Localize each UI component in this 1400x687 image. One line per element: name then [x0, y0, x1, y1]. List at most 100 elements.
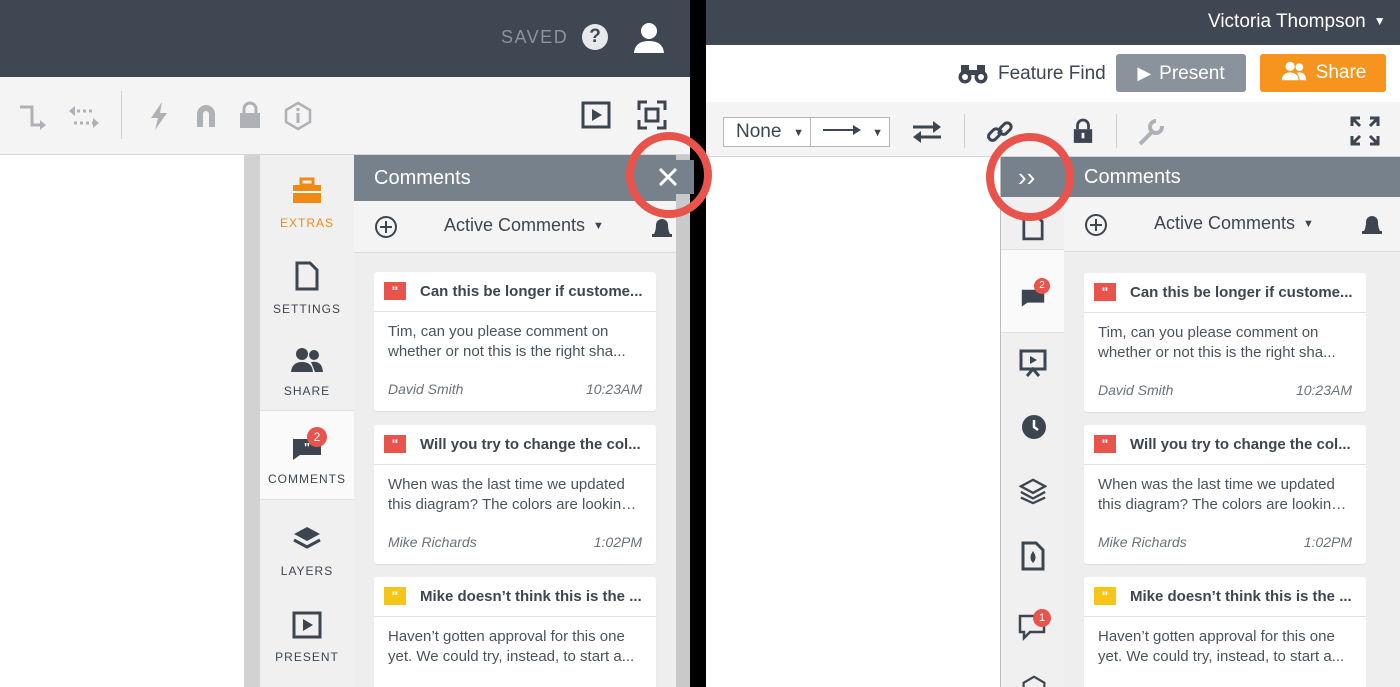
layers-icon	[293, 527, 321, 549]
add-comment-icon[interactable]	[1084, 213, 1108, 237]
comments-panel-title: Comments	[1084, 166, 1181, 188]
quote-flag-icon: "	[1094, 435, 1116, 453]
help-icon[interactable]: ?	[582, 24, 608, 50]
elbow-connector-icon[interactable]	[18, 103, 48, 131]
nav-comments[interactable]: " 2 COMMENTS	[260, 410, 354, 500]
nav-layers-label: LAYERS	[280, 564, 334, 578]
right-screen: Victoria Thompson ▼ Feature Find ▶ Present…	[706, 0, 1400, 687]
active-comments-label: Active Comments	[444, 215, 586, 235]
rail-comments[interactable]: 2	[1001, 249, 1065, 333]
bell-icon[interactable]	[650, 215, 674, 241]
toolbar-divider	[121, 91, 122, 139]
comment-card[interactable]: " Can this be longer if custome... Tim, c…	[1084, 273, 1366, 412]
highlight-ring	[986, 133, 1074, 221]
comments-filter-bar: Active Comments ▼	[1064, 197, 1400, 252]
nav-share-label: SHARE	[283, 384, 331, 398]
swap-dotted-icon[interactable]	[67, 103, 101, 131]
swap-arrows-icon[interactable]	[911, 120, 943, 144]
comment-card[interactable]: " Can this be longer if custome... Tim, c…	[374, 272, 656, 411]
share-button[interactable]: Share	[1260, 54, 1386, 92]
comment-title: Will you try to change the col...	[1130, 436, 1351, 453]
caret-down-icon: ▼	[1373, 14, 1386, 28]
comment-title: Can this be longer if custome...	[420, 283, 643, 300]
comments-scrollbar[interactable]	[676, 155, 690, 687]
quote-flag-icon: "	[384, 282, 406, 300]
comment-text-line: Haven’t gotten approval for this one	[1098, 628, 1335, 645]
comment-time: 1:02PM	[593, 534, 642, 550]
layers-icon[interactable]	[1019, 477, 1047, 505]
nav-settings-label: SETTINGS	[272, 302, 341, 316]
comment-text-line: whether or not this is the right sha...	[388, 343, 626, 360]
comments-panel: Comments Active Comments ▼ " Can this be l…	[354, 155, 676, 687]
bell-icon[interactable]	[1360, 212, 1384, 238]
lock-icon[interactable]	[1072, 117, 1094, 145]
fit-screen-icon[interactable]	[637, 100, 667, 130]
comment-author: David Smith	[1098, 382, 1174, 398]
comment-card[interactable]: " Mike doesn’t think this is the ... Have…	[374, 577, 656, 687]
feature-find-link[interactable]: Feature Find	[998, 63, 1106, 85]
add-comment-icon[interactable]	[374, 215, 398, 239]
present-play-icon[interactable]	[581, 101, 611, 129]
clock-icon[interactable]	[1021, 414, 1047, 440]
share-button-label: Share	[1315, 62, 1367, 83]
comment-title: Mike doesn’t think this is the ...	[1130, 588, 1352, 605]
nav-comments-label: COMMENTS	[268, 472, 346, 486]
arrow-line-icon	[823, 125, 861, 135]
fullscreen-icon[interactable]	[1350, 116, 1380, 146]
canvas-scrollbar[interactable]	[244, 155, 260, 687]
active-comments-label: Active Comments	[1154, 213, 1296, 233]
nav-settings[interactable]: SETTINGS	[260, 261, 354, 316]
wrench-icon[interactable]	[1136, 118, 1166, 146]
left-screen: SAVED ? EXTRAS SETTINGS SHARE " 2 COMMEN…	[0, 0, 690, 687]
document-icon	[295, 261, 319, 291]
comments-panel: Comments Active Comments ▼ " Can this be l…	[1064, 157, 1400, 687]
top-header: Victoria Thompson ▼	[706, 0, 1400, 45]
comment-text-line: yet. We could try, instead, to start a..…	[388, 648, 635, 665]
comment-author: Mike Richards	[1098, 534, 1187, 550]
present-button-label: Present	[1159, 63, 1225, 84]
toolbar	[0, 77, 690, 155]
comment-card[interactable]: " Mike doesn’t think this is the ... Have…	[1084, 577, 1366, 687]
comment-time: 1:02PM	[1303, 534, 1352, 550]
presentation-icon[interactable]	[1019, 349, 1047, 377]
nav-extras[interactable]: EXTRAS	[260, 177, 354, 230]
nav-present-label: PRESENT	[275, 650, 339, 664]
comments-panel-title: Comments	[374, 167, 471, 189]
lightning-icon[interactable]	[148, 101, 170, 131]
active-comments-dropdown[interactable]: Active Comments ▼	[1154, 213, 1314, 234]
comment-card[interactable]: " Will you try to change the col... When …	[374, 425, 656, 564]
binoculars-icon[interactable]	[958, 63, 988, 85]
chat-badge: 1	[1033, 609, 1051, 627]
comments-badge: 2	[1034, 278, 1050, 294]
present-button[interactable]: ▶ Present	[1116, 54, 1246, 92]
info-icon[interactable]	[283, 101, 313, 131]
magnet-icon[interactable]	[194, 103, 218, 129]
comment-text-line: Tim, can you please comment on	[388, 323, 609, 340]
screen-divider	[690, 0, 706, 687]
caret-down-icon: ▼	[872, 127, 883, 139]
action-bar: Feature Find ▶ Present Share	[706, 45, 1400, 102]
lock-icon[interactable]	[238, 101, 262, 129]
comment-time: 10:23AM	[1295, 382, 1352, 398]
nav-layers[interactable]: LAYERS	[260, 525, 354, 578]
people-icon	[1281, 61, 1306, 81]
active-comments-dropdown[interactable]: Active Comments ▼	[444, 215, 604, 236]
quote-flag-icon: "	[1094, 587, 1116, 605]
user-icon[interactable]	[632, 20, 666, 54]
nav-share[interactable]: SHARE	[260, 347, 354, 398]
comment-card[interactable]: " Will you try to change the col... When …	[1084, 425, 1366, 564]
side-rail: 2 1	[1000, 157, 1065, 687]
hexagon-icon[interactable]	[1021, 675, 1047, 687]
comment-text-line: whether or not this is the right sha...	[1098, 344, 1336, 361]
line-start-dropdown[interactable]: None ▼	[723, 117, 811, 147]
people-icon	[291, 348, 323, 372]
fill-drop-icon[interactable]	[1021, 541, 1045, 571]
comment-text-line: When was the last time we updated	[388, 476, 625, 493]
nav-present[interactable]: PRESENT	[260, 611, 354, 664]
quote-flag-icon: "	[384, 435, 406, 453]
line-end-dropdown[interactable]: ▼	[810, 117, 890, 147]
comment-title: Will you try to change the col...	[420, 436, 641, 453]
caret-down-icon: ▼	[793, 127, 804, 139]
comment-text-line: this diagram? The colors are looking ...	[388, 496, 642, 513]
user-menu[interactable]: Victoria Thompson ▼	[1208, 11, 1386, 33]
